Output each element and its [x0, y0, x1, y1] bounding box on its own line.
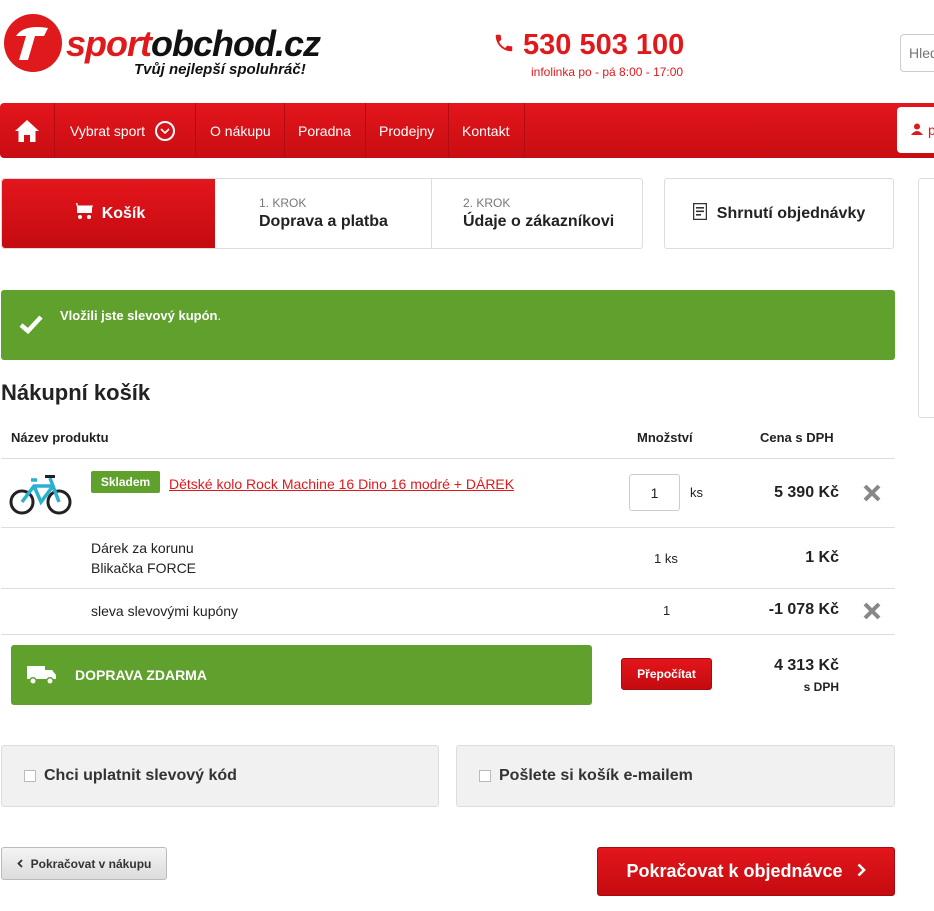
search-input[interactable]	[900, 34, 934, 72]
continue-to-order-button[interactable]: Pokračovat k objednávce	[597, 847, 895, 896]
quantity-input[interactable]	[629, 474, 680, 511]
document-icon	[692, 202, 708, 225]
chevron-left-icon	[16, 857, 23, 871]
user-icon	[911, 122, 923, 138]
product-image[interactable]	[9, 470, 73, 521]
cart-icon	[71, 202, 94, 225]
sidebar-panel	[918, 178, 934, 418]
phone-number[interactable]: 530 503 100	[493, 30, 684, 60]
chevron-right-icon	[857, 861, 866, 882]
product-link[interactable]: Dětské kolo Rock Machine 16 Dino 16 modr…	[169, 476, 514, 492]
discount-qty: 1	[663, 603, 671, 618]
free-shipping-banner: DOPRAVA ZDARMA	[11, 645, 592, 705]
checkout-steps: Košík 1. KROK Doprava a platba 2. KROK Ú…	[1, 178, 643, 249]
discount-label: sleva slevovými kupóny	[91, 603, 239, 619]
logo-icon[interactable]	[4, 14, 62, 72]
page-title: Nákupní košík	[1, 380, 151, 405]
continue-shopping-button[interactable]: Pokračovat v nákupu	[1, 847, 167, 880]
nav-item-select-sport[interactable]: Vybrat sport	[70, 103, 175, 158]
nav-item-stores[interactable]: Prodejny	[379, 103, 434, 158]
discount-price: -1 078 Kč	[768, 601, 839, 618]
checkmark-icon	[19, 314, 43, 337]
phone-icon	[493, 30, 515, 60]
chevron-down-icon	[154, 120, 175, 141]
stock-badge: Skladem	[91, 471, 160, 493]
step-cart[interactable]: Košík	[2, 179, 215, 248]
logo-text[interactable]: sportobchod.cz	[66, 26, 321, 62]
step-summary[interactable]: Shrnutí objednávky	[664, 178, 894, 249]
cart-total: 4 313 Kč	[774, 657, 839, 674]
email-checkbox[interactable]	[479, 770, 491, 782]
remove-discount-icon[interactable]	[863, 602, 881, 620]
home-icon[interactable]	[14, 103, 40, 158]
nav-item-about[interactable]: O nákupu	[210, 103, 271, 158]
recalculate-button[interactable]: Přepočítat	[621, 658, 712, 690]
truck-icon	[27, 664, 57, 689]
column-header-price: Cena s DPH	[760, 430, 834, 445]
coupon-checkbox[interactable]	[24, 770, 36, 782]
phone-hours: infolinka po - pá 8:00 - 17:00	[531, 65, 684, 79]
email-cart-toggle[interactable]: Pošlete si košík e-mailem	[456, 745, 895, 807]
column-header-qty: Množství	[637, 430, 693, 445]
remove-item-icon[interactable]	[863, 484, 881, 502]
nav-item-contact[interactable]: Kontakt	[462, 103, 509, 158]
total-vat-note: s DPH	[803, 680, 839, 694]
coupon-toggle[interactable]: Chci uplatnit slevový kód	[1, 745, 439, 807]
column-header-product: Název produktu	[11, 430, 109, 445]
coupon-success-alert: Vložili jste slevový kupón.	[1, 290, 895, 360]
main-nav: Vybrat sport O nákupu Poradna Prodejny K…	[0, 103, 934, 158]
nav-item-advice[interactable]: Poradna	[298, 103, 351, 158]
gift-qty: 1 ks	[654, 551, 678, 566]
step-customer[interactable]: 2. KROK Údaje o zákazníkovi	[432, 179, 642, 248]
gift-price: 1 Kč	[805, 549, 839, 566]
step-shipping[interactable]: 1. KROK Doprava a platba	[215, 179, 431, 248]
qty-unit: ks	[690, 485, 703, 500]
user-account-button[interactable]: p	[897, 107, 934, 153]
gift-label: Dárek za korunu	[91, 540, 194, 556]
item-price: 5 390 Kč	[774, 484, 839, 501]
gift-name: Blikačka FORCE	[91, 560, 197, 576]
logo-slogan: Tvůj nejlepší spoluhráč!	[134, 61, 306, 78]
